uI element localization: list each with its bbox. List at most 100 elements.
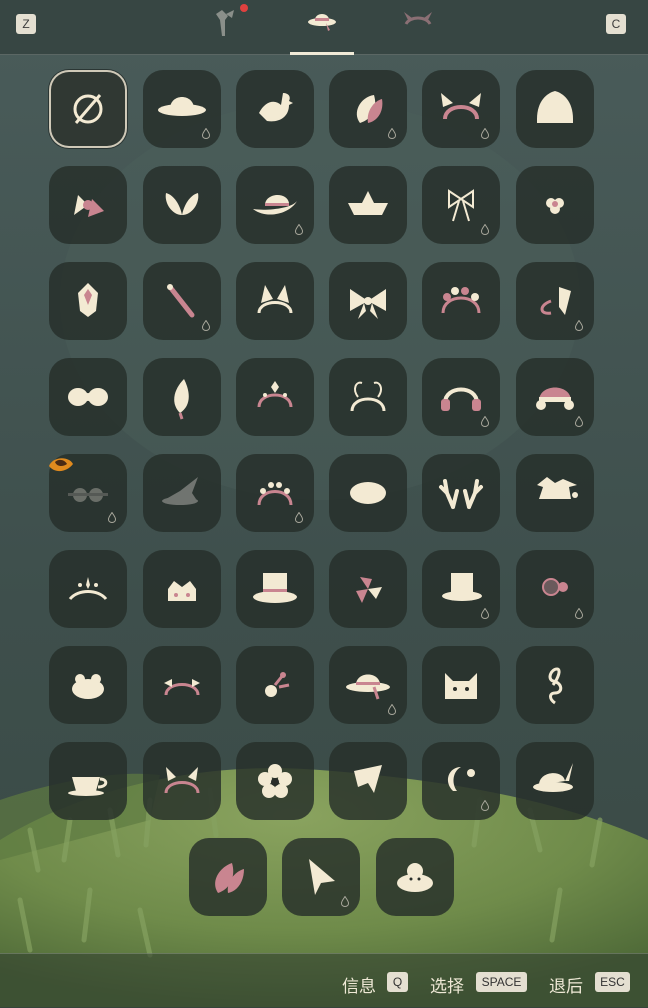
item-slot-hair-stick[interactable] — [143, 262, 221, 340]
item-slot-rose-sprig[interactable] — [236, 646, 314, 724]
new-item-badge-icon — [49, 458, 73, 472]
back-key[interactable]: ESC — [595, 972, 630, 992]
control-hints-bar: 信息 Q 选择 SPACE 退后 ESC — [0, 953, 648, 1008]
cosmetic-item-grid — [0, 0, 648, 960]
item-slot-feather[interactable] — [143, 358, 221, 436]
beanie-icon — [537, 91, 573, 123]
flower-icon — [258, 764, 292, 798]
select-label: 选择 — [430, 977, 464, 997]
small-bow-icon — [68, 388, 108, 406]
rose-sprig-icon — [265, 672, 290, 697]
candle-cost-icon — [481, 608, 489, 619]
item-slot-paper-arrow[interactable] — [329, 742, 407, 820]
candle-cost-icon — [481, 416, 489, 427]
item-slot-treble-clef[interactable] — [516, 646, 594, 724]
jeweled-circlet-icon — [257, 381, 293, 408]
item-slot-tiara[interactable] — [49, 550, 127, 628]
item-slot-small-bow[interactable] — [49, 358, 127, 436]
item-slot-bow-headband[interactable] — [143, 646, 221, 724]
item-slot-crystal-clip[interactable] — [49, 262, 127, 340]
treble-clef-icon — [548, 667, 563, 705]
item-slot-bun-hat[interactable] — [376, 838, 454, 916]
flower-bow-icon — [74, 195, 104, 217]
witch-hat-icon — [162, 477, 198, 505]
candle-cost-icon — [388, 704, 396, 715]
fox-ears-icon — [257, 285, 293, 314]
item-slot-moon-star-clip[interactable] — [422, 742, 500, 820]
paper-arrow-icon — [354, 765, 382, 793]
item-slot-cowboy-hat[interactable] — [236, 166, 314, 244]
item-slot-frog-hat[interactable] — [49, 646, 127, 724]
bird-icon — [259, 93, 293, 122]
item-slot-beanie[interactable] — [516, 70, 594, 148]
item-slot-fox-ears[interactable] — [236, 262, 314, 340]
item-slot-goggles[interactable] — [49, 454, 127, 532]
item-slot-sun-hat[interactable] — [143, 70, 221, 148]
item-slot-bead-circlet[interactable] — [236, 454, 314, 532]
item-slot-ribbon-sun-hat[interactable] — [329, 646, 407, 724]
candle-cost-icon — [481, 128, 489, 139]
flower-crown-icon — [441, 287, 481, 314]
item-slot-butterfly-bow[interactable] — [143, 166, 221, 244]
item-slot-disco-flower-clip[interactable] — [516, 550, 594, 628]
candle-cost-icon — [575, 416, 583, 427]
candle-cost-icon — [575, 320, 583, 331]
item-slot-antlers[interactable] — [422, 454, 500, 532]
item-slot-paper-boat-hat[interactable] — [329, 166, 407, 244]
item-slot-witch-hat[interactable] — [143, 454, 221, 532]
teacup-icon — [68, 777, 108, 796]
item-slot-ear-headband[interactable] — [422, 70, 500, 148]
item-slot-flower[interactable] — [236, 742, 314, 820]
antlers-icon — [439, 479, 483, 509]
feather-icon — [174, 379, 189, 420]
candle-cost-icon — [202, 320, 210, 331]
item-slot-headphones[interactable] — [422, 358, 500, 436]
petal-icon — [215, 863, 244, 893]
item-slot-top-hat[interactable] — [422, 550, 500, 628]
item-slot-flower-bow[interactable] — [49, 166, 127, 244]
candle-cost-icon — [388, 128, 396, 139]
feather-brim-hat-icon — [533, 763, 573, 792]
item-slot-crown-cake[interactable] — [143, 550, 221, 628]
item-slot-flower-crown[interactable] — [422, 262, 500, 340]
item-slot-leaf[interactable] — [329, 70, 407, 148]
large-bow-icon — [350, 289, 386, 319]
candle-cost-icon — [481, 224, 489, 235]
item-slot-earmuff-bonnet[interactable] — [516, 358, 594, 436]
item-slot-none[interactable] — [49, 70, 127, 148]
frog-hat-icon — [72, 674, 104, 699]
item-slot-feather-brim-hat[interactable] — [516, 742, 594, 820]
select-key[interactable]: SPACE — [476, 972, 527, 992]
cat-face-icon — [445, 673, 477, 699]
small-flower-icon — [546, 198, 564, 214]
item-slot-cat-face[interactable] — [422, 646, 500, 724]
item-slot-beret[interactable] — [329, 454, 407, 532]
item-slot-small-flower[interactable] — [516, 166, 594, 244]
item-slot-jeweled-circlet[interactable] — [236, 358, 314, 436]
beret-icon — [350, 482, 386, 504]
item-slot-petal-clip[interactable] — [329, 550, 407, 628]
item-slot-cursor[interactable] — [282, 838, 360, 916]
candle-cost-icon — [295, 512, 303, 523]
item-slot-bunny-headband[interactable] — [143, 742, 221, 820]
candle-cost-icon — [341, 896, 349, 907]
item-slot-top-hat-card[interactable] — [236, 550, 314, 628]
item-slot-antenna-headband[interactable] — [329, 358, 407, 436]
item-slot-large-bow[interactable] — [329, 262, 407, 340]
info-label: 信息 — [342, 977, 376, 997]
item-slot-ribbon-bow[interactable] — [422, 166, 500, 244]
antenna-headband-icon — [350, 381, 386, 412]
petal-clip-icon — [356, 577, 382, 603]
item-slot-teacup[interactable] — [49, 742, 127, 820]
info-key[interactable]: Q — [387, 972, 408, 992]
item-slot-hook-ribbon[interactable] — [516, 262, 594, 340]
tiara-icon — [68, 577, 108, 601]
item-slot-petal[interactable] — [189, 838, 267, 916]
crown-cake-icon — [168, 581, 196, 601]
item-slot-jester-hat[interactable] — [516, 454, 594, 532]
candle-cost-icon — [202, 128, 210, 139]
item-slot-bird[interactable] — [236, 70, 314, 148]
back-label: 退后 — [549, 977, 583, 997]
paper-boat-hat-icon — [348, 191, 388, 215]
bunny-headband-icon — [164, 767, 200, 794]
